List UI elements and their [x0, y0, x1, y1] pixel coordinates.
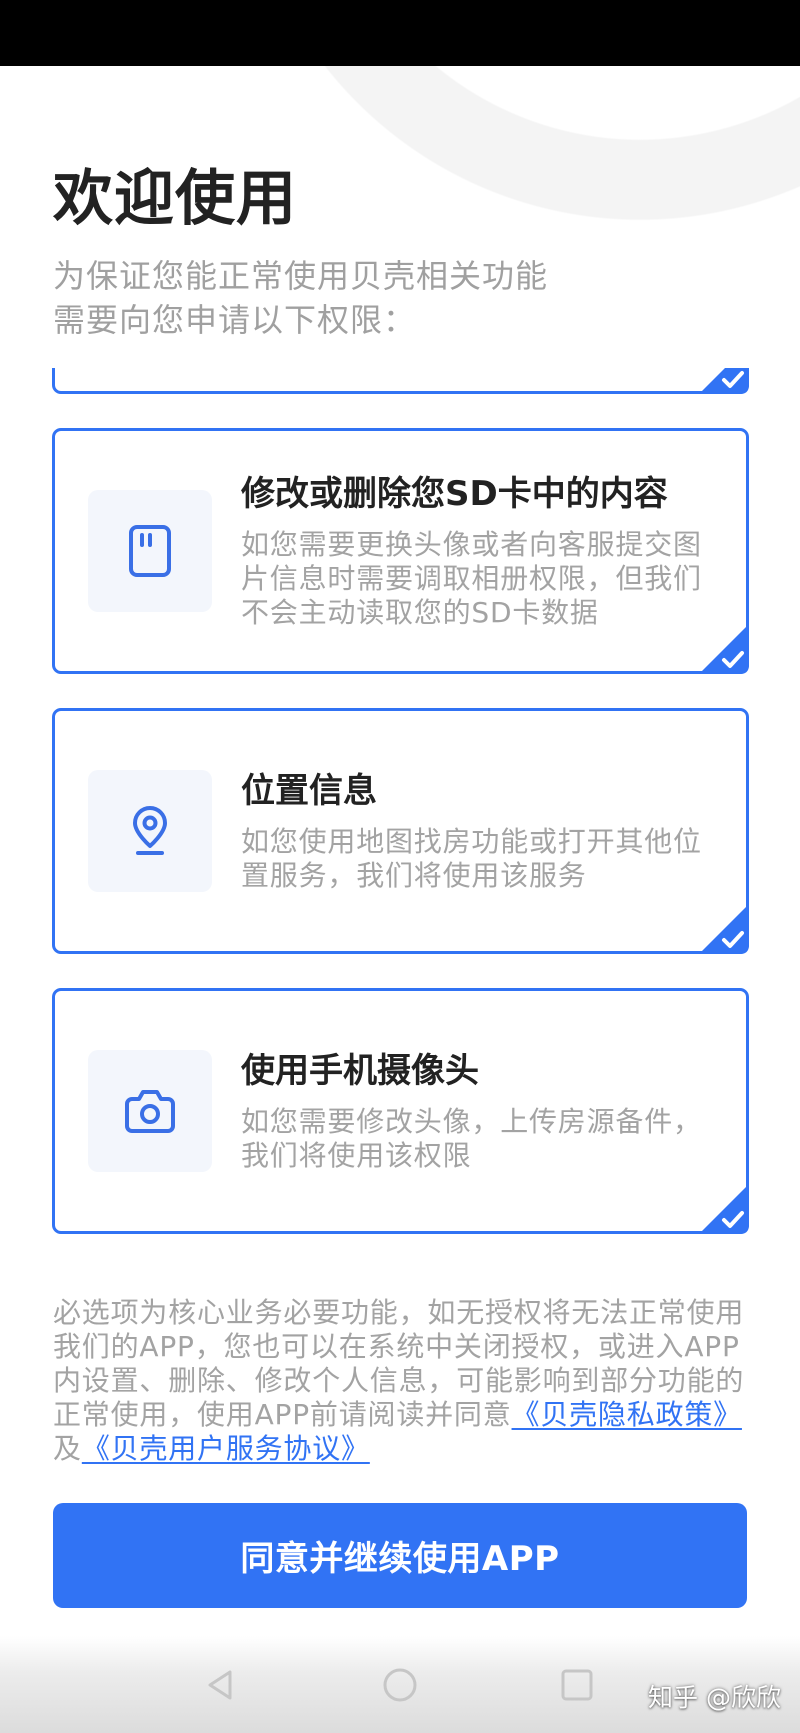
permission-card-location[interactable]: 位置信息 如您使用地图找房功能或打开其他位置服务，我们将使用该服务 [52, 708, 749, 954]
permission-list: 修改或删除您SD卡中的内容 如您需要更换头像或者向客服提交图片信息时需要调取相册… [52, 368, 749, 1234]
camera-icon [125, 1090, 175, 1133]
back-icon [208, 1670, 232, 1700]
permission-description: 如您需要更换头像或者向客服提交图片信息时需要调取相册权限，但我们不会主动读取您的… [241, 528, 702, 629]
check-corner-icon [699, 904, 749, 954]
location-pin-dot [142, 815, 158, 831]
check-triangle [699, 1184, 749, 1234]
permission-icon-box [88, 770, 212, 892]
nav-recents-button[interactable] [559, 1667, 595, 1703]
check-corner-icon [699, 368, 749, 394]
location-pin-icon [133, 806, 167, 855]
checked-indicator [699, 904, 749, 954]
permission-icon-box [88, 490, 212, 612]
check-triangle [699, 904, 749, 954]
checked-indicator [699, 624, 749, 674]
check-corner-icon [699, 1184, 749, 1234]
back-triangle [208, 1670, 232, 1700]
page-subtitle: 为保证您能正常使用贝壳相关功能 需要向您申请以下权限： [53, 254, 548, 342]
permission-text: 修改或删除您SD卡中的内容 如您需要更换头像或者向客服提交图片信息时需要调取相册… [241, 472, 721, 630]
page-title: 欢迎使用 [53, 164, 297, 234]
permission-icon-box [88, 1050, 212, 1172]
nav-home-button[interactable] [382, 1667, 418, 1703]
status-bar [0, 0, 800, 66]
permission-title: 修改或删除您SD卡中的内容 [241, 474, 668, 514]
permission-description: 如您使用地图找房功能或打开其他位置服务，我们将使用该服务 [241, 825, 702, 892]
system-navigation-bar: 知乎 @欣欣 [0, 1636, 800, 1733]
permission-text: 使用手机摄像头 如您需要修改头像，上传房源备件，我们将使用该权限 [241, 1049, 721, 1173]
checked-indicator [699, 368, 749, 394]
recents-square [561, 1669, 593, 1701]
permission-title: 使用手机摄像头 [241, 1051, 479, 1091]
permission-card-camera[interactable]: 使用手机摄像头 如您需要修改头像，上传房源备件，我们将使用该权限 [52, 988, 749, 1234]
conjunction-text: 及 [53, 1432, 82, 1465]
camera-lens [140, 1104, 160, 1124]
watermark-text: 知乎 @欣欣 [648, 1683, 781, 1712]
camera-body [125, 1090, 175, 1133]
subtitle-line: 为保证您能正常使用贝壳相关功能 [53, 257, 549, 295]
user-agreement-link[interactable]: 《贝壳用户服务协议》 [82, 1432, 370, 1465]
permission-card-partial[interactable] [52, 368, 749, 394]
permission-title: 位置信息 [241, 771, 377, 811]
check-triangle [699, 624, 749, 674]
agree-continue-button[interactable]: 同意并继续使用APP [53, 1503, 747, 1608]
recents-icon [561, 1669, 593, 1701]
sd-card-icon [129, 525, 171, 577]
check-corner-icon [699, 624, 749, 674]
subtitle-line: 需要向您申请以下权限： [53, 301, 417, 339]
permission-description: 如您需要修改头像，上传房源备件，我们将使用该权限 [241, 1105, 702, 1172]
permission-card-storage[interactable]: 修改或删除您SD卡中的内容 如您需要更换头像或者向客服提交图片信息时需要调取相册… [52, 428, 749, 674]
nav-back-button[interactable] [203, 1667, 239, 1703]
permission-list-scroll-area[interactable]: 修改或删除您SD卡中的内容 如您需要更换头像或者向客服提交图片信息时需要调取相册… [52, 368, 749, 1260]
home-icon [383, 1668, 417, 1702]
home-circle [383, 1668, 417, 1702]
privacy-policy-link[interactable]: 《贝壳隐私政策》 [512, 1398, 742, 1431]
permission-text: 位置信息 如您使用地图找房功能或打开其他位置服务，我们将使用该服务 [241, 769, 721, 893]
checked-indicator [699, 1184, 749, 1234]
consent-notice: 必选项为核心业务必要功能，如无授权将无法正常使用我们的APP，您也可以在系统中关… [53, 1296, 753, 1466]
